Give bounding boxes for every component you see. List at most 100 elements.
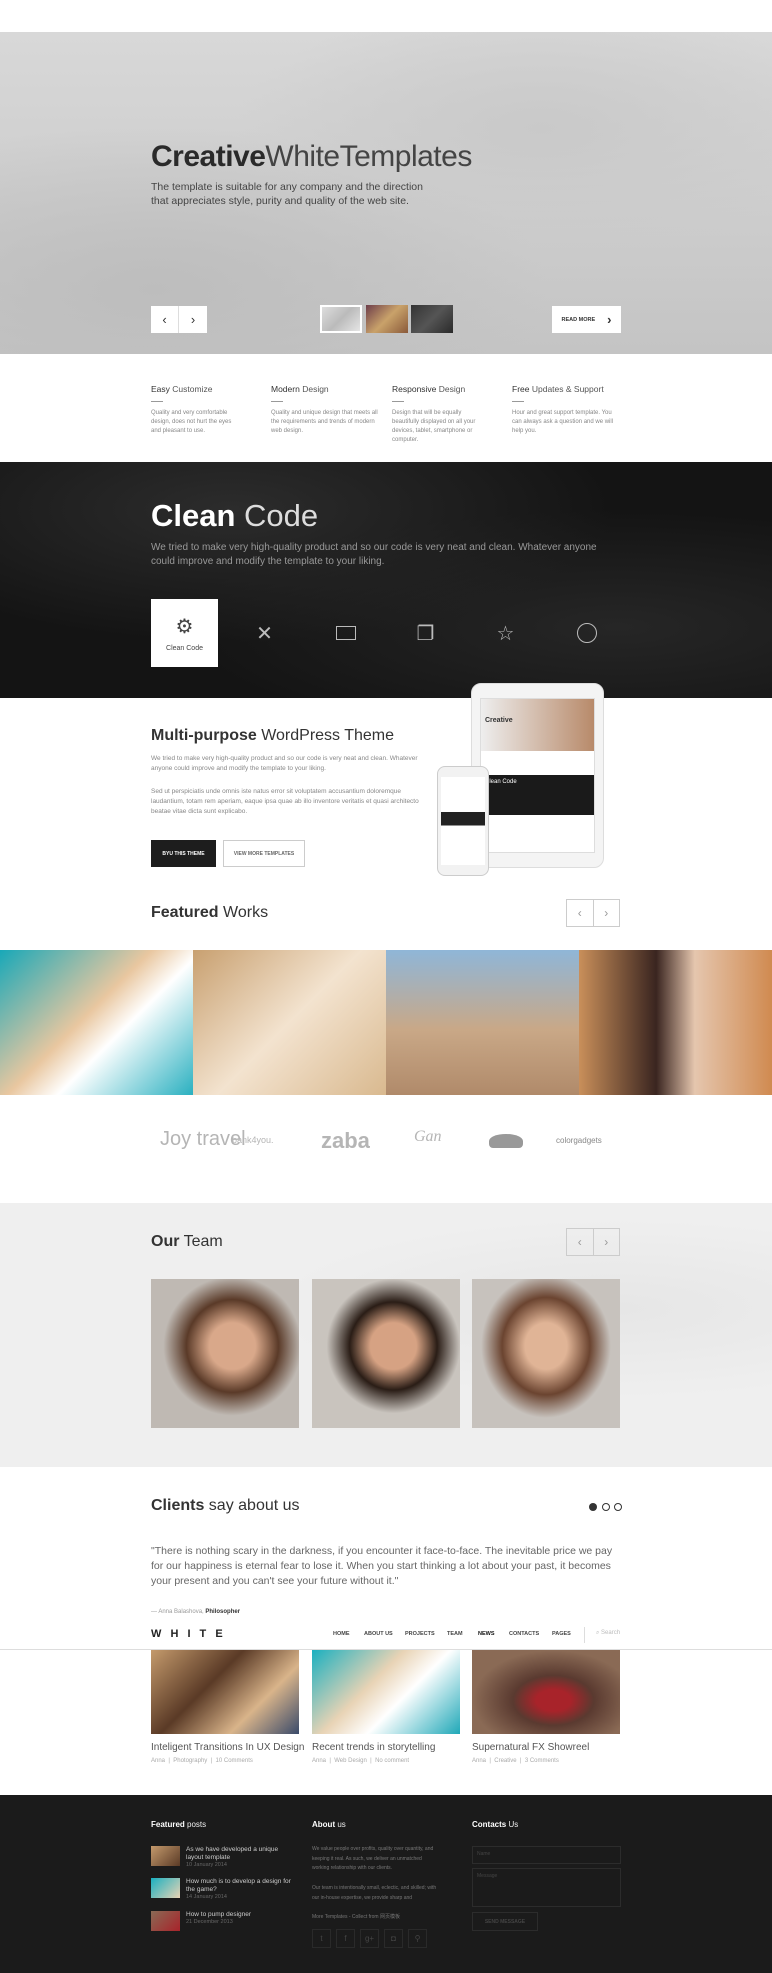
- slide-thumb[interactable]: [411, 305, 453, 333]
- post-thumb[interactable]: [151, 1911, 180, 1931]
- footer-about-text: We value people over profits, quality ov…: [312, 1846, 434, 1871]
- nav-home[interactable]: HOME: [333, 1631, 350, 1637]
- phone-mockup: [437, 766, 489, 876]
- blog-title[interactable]: Recent trends in storytelling: [312, 1742, 435, 1753]
- tablet-mockup: Creative Clean Code: [471, 683, 604, 868]
- google-plus-icon[interactable]: g+: [360, 1929, 379, 1948]
- clean-code-title: Clean Code: [151, 498, 318, 534]
- tab-user[interactable]: [553, 599, 620, 667]
- tab-documents[interactable]: ❐: [392, 599, 459, 667]
- post-title[interactable]: How much is to develop a design for the …: [186, 1878, 296, 1894]
- blog-title[interactable]: Inteligent Transitions In UX Design: [151, 1742, 304, 1753]
- blog-image[interactable]: [151, 1650, 299, 1734]
- testimonial-author: — Anna Balashova, Philosopher: [151, 1609, 240, 1615]
- tools-icon: ✕: [256, 622, 273, 645]
- footer-about-light: us: [337, 1820, 346, 1829]
- facebook-icon[interactable]: f: [336, 1929, 355, 1948]
- footer-featured-light: posts: [187, 1820, 207, 1829]
- view-templates-button[interactable]: VIEW MORE TEMPLATES: [223, 840, 305, 867]
- multipurpose-title-light: WordPress Theme: [261, 727, 395, 744]
- footer-about-text-2: Our team is intentionally small, eclecti…: [312, 1885, 437, 1901]
- footer-post[interactable]: As we have developed a unique layout tem…: [186, 1846, 296, 1868]
- blog-meta: Anna | Creative | 3 Comments: [472, 1758, 559, 1764]
- feature-item: Responsive Design Design that will be equ…: [392, 384, 487, 445]
- feature-desc: Quality and very comfortable design, doe…: [151, 410, 232, 434]
- search-field[interactable]: ⌕ Search: [596, 1630, 620, 1637]
- feature-item: Easy Customize Quality and very comfortab…: [151, 384, 239, 436]
- testimonial-dot[interactable]: [614, 1503, 622, 1511]
- blog-author: Anna: [472, 1758, 487, 1764]
- feature-title-light: Design: [302, 384, 329, 394]
- blog-title[interactable]: Supernatural FX Showreel: [472, 1742, 589, 1753]
- read-more-button[interactable]: READ MORE ›: [552, 306, 621, 333]
- post-thumb[interactable]: [151, 1846, 180, 1866]
- divider: [392, 401, 404, 402]
- feature-title: Free Updates & Support: [512, 384, 622, 394]
- hero-prev-button[interactable]: ‹: [151, 306, 179, 333]
- work-image[interactable]: [0, 950, 193, 1095]
- nav-about-us[interactable]: ABOUT US: [364, 1631, 393, 1637]
- work-image[interactable]: [386, 950, 579, 1095]
- nav-pages[interactable]: PAGES: [552, 1631, 571, 1637]
- team-arrows: ‹ ›: [566, 1228, 620, 1256]
- buy-theme-button[interactable]: BYU THIS THEME: [151, 840, 216, 867]
- feature-title-bold: Modern: [271, 384, 300, 394]
- team-member-photo[interactable]: [472, 1279, 620, 1428]
- work-image[interactable]: [579, 950, 772, 1095]
- blog-comments: No comment: [375, 1758, 410, 1764]
- divider: [151, 401, 163, 402]
- works-next-button[interactable]: ›: [594, 900, 620, 926]
- name-input[interactable]: Name: [472, 1846, 621, 1864]
- team-member-photo[interactable]: [312, 1279, 460, 1428]
- send-message-button[interactable]: SEND MESSAGE: [472, 1912, 538, 1931]
- multipurpose-title-bold: Multi-purpose: [151, 727, 257, 744]
- instagram-icon[interactable]: ◘: [384, 1929, 403, 1948]
- team-title-light: Team: [183, 1233, 223, 1250]
- team-member-photo[interactable]: [151, 1279, 299, 1428]
- tab-star[interactable]: ☆: [472, 599, 539, 667]
- feature-title-bold: Free: [512, 384, 530, 394]
- hero-subtitle: The template is suitable for any company…: [151, 180, 451, 208]
- footer-about-bold: About: [312, 1820, 336, 1829]
- featured-works-title-light: Works: [223, 904, 269, 921]
- featured-works-title: Featured Works: [151, 904, 268, 922]
- message-input[interactable]: Message: [472, 1868, 621, 1907]
- works-prev-button[interactable]: ‹: [567, 900, 594, 926]
- hero-subtitle-line: The template is suitable for any company…: [151, 181, 423, 193]
- blog-comments: 10 Comments: [215, 1758, 253, 1764]
- site-logo[interactable]: W H I T E: [151, 1628, 226, 1640]
- team-next-button[interactable]: ›: [594, 1229, 620, 1255]
- post-title[interactable]: How to pump designer: [186, 1911, 296, 1919]
- divider: [584, 1627, 585, 1643]
- blog-image[interactable]: [312, 1650, 460, 1734]
- slide-thumb-active[interactable]: [320, 305, 362, 333]
- feature-title-light: Customize: [172, 384, 213, 394]
- hero-next-button[interactable]: ›: [179, 306, 207, 333]
- footer-post[interactable]: How much is to develop a design for the …: [186, 1878, 296, 1900]
- nav-projects[interactable]: PROJECTS: [405, 1631, 435, 1637]
- client-logo-zaba: zaba: [321, 1128, 370, 1153]
- tab-monitor[interactable]: [312, 599, 379, 667]
- user-icon: [576, 623, 597, 643]
- tab-clean-code[interactable]: ⚙ Clean Code: [151, 599, 218, 667]
- slide-thumb[interactable]: [366, 305, 408, 333]
- read-more-label: READ MORE: [561, 316, 596, 323]
- nav-team[interactable]: TEAM: [447, 1631, 463, 1637]
- footer-post[interactable]: How to pump designer 21 December 2013: [186, 1911, 296, 1925]
- device-screen-title: Creative: [481, 699, 594, 751]
- testimonial-dot-active[interactable]: [589, 1503, 597, 1511]
- feature-title-light: Updates & Support: [531, 384, 604, 394]
- testimonial-quote: "There is nothing scary in the darkness,…: [151, 1545, 613, 1587]
- blog-image[interactable]: [472, 1650, 620, 1734]
- team-prev-button[interactable]: ‹: [567, 1229, 594, 1255]
- work-image[interactable]: [193, 950, 386, 1095]
- post-title[interactable]: As we have developed a unique layout tem…: [186, 1846, 296, 1862]
- more-templates-link[interactable]: More Templates - Collect from 网页模板: [312, 1913, 400, 1923]
- testimonial-dot[interactable]: [602, 1503, 610, 1511]
- nav-news[interactable]: NEWS: [478, 1631, 495, 1637]
- twitter-icon[interactable]: t: [312, 1929, 331, 1948]
- tab-tools[interactable]: ✕: [231, 599, 298, 667]
- post-thumb[interactable]: [151, 1878, 180, 1898]
- location-icon[interactable]: ⚲: [408, 1929, 427, 1948]
- nav-contacts[interactable]: CONTACTS: [509, 1631, 539, 1637]
